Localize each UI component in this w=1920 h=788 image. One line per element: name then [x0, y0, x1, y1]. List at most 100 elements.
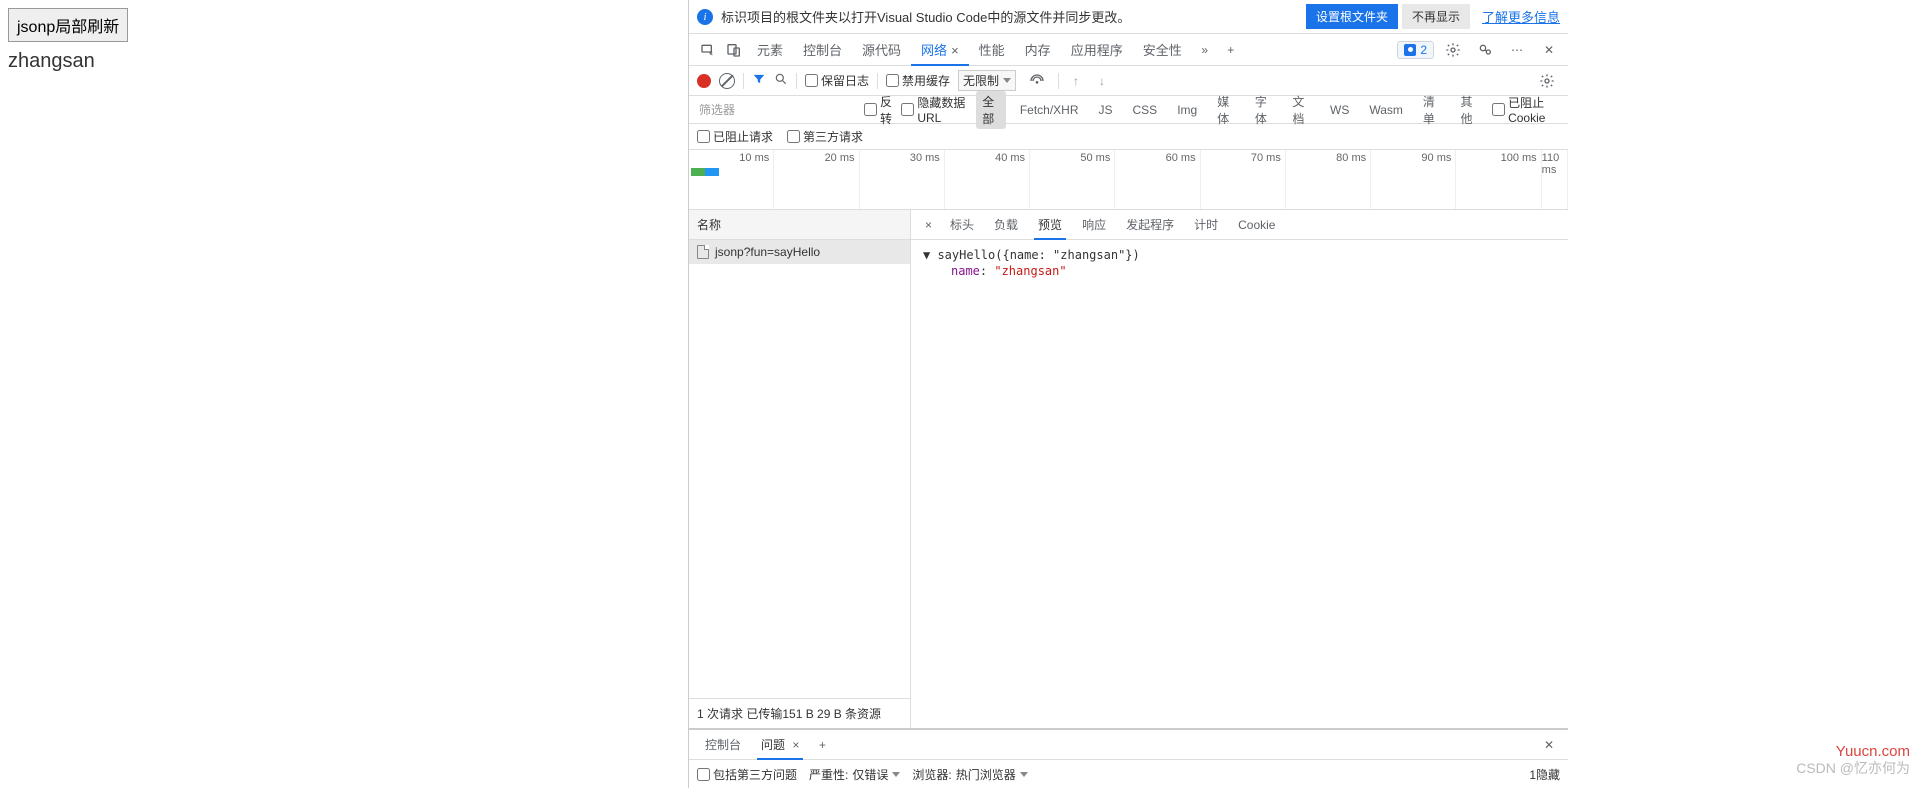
devtools-main-tabs: 元素 控制台 源代码 网络 × 性能 内存 应用程序 安全性 » + 2 ⋯ ✕	[689, 34, 1568, 66]
include-third-party-label: 包括第三方问题	[713, 766, 797, 783]
blocked-requests-checkbox[interactable]: 已阻止请求	[697, 128, 773, 145]
blocked-cookies-checkbox[interactable]: 已阻止 Cookie	[1492, 94, 1560, 125]
preview-content: ▼ sayHello({name: "zhangsan"}) name: "zh…	[911, 240, 1568, 286]
filter-type-wasm[interactable]: Wasm	[1363, 101, 1409, 119]
network-settings-icon[interactable]	[1534, 68, 1560, 94]
add-tab-icon[interactable]: +	[1218, 37, 1244, 63]
hide-data-urls-checkbox[interactable]: 隐藏数据 URL	[901, 94, 968, 125]
tab-network-label: 网络	[921, 43, 947, 58]
preview-object-summary: sayHello({name: "zhangsan"})	[937, 248, 1139, 262]
request-detail: × 标头 负载 预览 响应 发起程序 计时 Cookie ▼ sayHello(…	[911, 210, 1568, 728]
settings-gear-icon[interactable]	[1440, 37, 1466, 63]
filter-icon[interactable]	[752, 72, 766, 89]
chevron-down-icon	[1003, 78, 1011, 83]
close-icon[interactable]: ×	[951, 43, 959, 58]
expand-toggle-icon[interactable]: ▼	[923, 248, 937, 262]
filter-type-img[interactable]: Img	[1171, 101, 1203, 119]
filter-type-media[interactable]: 媒体	[1211, 91, 1241, 129]
more-options-icon[interactable]: ⋯	[1504, 37, 1530, 63]
drawer-tab-issues[interactable]: 问题 ×	[751, 730, 809, 759]
timeline-tick: 50 ms	[1080, 152, 1110, 164]
search-icon[interactable]	[774, 72, 788, 89]
filter-type-font[interactable]: 字体	[1249, 91, 1279, 129]
network-filter-row: 反转 隐藏数据 URL 全部 Fetch/XHR JS CSS Img 媒体 字…	[689, 96, 1568, 124]
feedback-icon[interactable]	[1472, 37, 1498, 63]
chevron-down-icon	[892, 772, 900, 777]
third-party-checkbox[interactable]: 第三方请求	[787, 128, 863, 145]
detail-tab-headers[interactable]: 标头	[940, 210, 984, 239]
add-drawer-tab-icon[interactable]: +	[809, 732, 835, 758]
request-list: 名称 jsonp?fun=sayHello 1 次请求 已传输151 B 29 …	[689, 210, 911, 728]
chevron-down-icon	[1020, 772, 1028, 777]
import-har-icon[interactable]: ↑	[1067, 74, 1085, 88]
timeline-tick: 30 ms	[910, 152, 940, 164]
severity-label: 严重性:	[809, 766, 848, 783]
severity-value: 仅错误	[852, 766, 888, 783]
tab-application[interactable]: 应用程序	[1061, 34, 1133, 65]
tab-performance[interactable]: 性能	[969, 34, 1015, 65]
drawer-tab-console[interactable]: 控制台	[695, 730, 751, 759]
set-root-folder-button[interactable]: 设置根文件夹	[1306, 4, 1398, 29]
close-detail-icon[interactable]: ×	[917, 218, 940, 232]
learn-more-link[interactable]: 了解更多信息	[1470, 7, 1560, 26]
more-tabs-icon[interactable]: »	[1192, 37, 1218, 63]
dismiss-button[interactable]: 不再显示	[1402, 4, 1470, 29]
browser-filter[interactable]: 浏览器: 热门浏览器	[912, 766, 1027, 783]
clear-button[interactable]	[719, 73, 735, 89]
hidden-issues-count[interactable]: 1隐藏	[1529, 766, 1560, 783]
tab-sources[interactable]: 源代码	[852, 34, 911, 65]
network-conditions-icon[interactable]	[1024, 68, 1050, 94]
close-devtools-icon[interactable]: ✕	[1536, 37, 1562, 63]
detail-tab-cookies[interactable]: Cookie	[1228, 212, 1285, 238]
include-third-party-checkbox[interactable]: 包括第三方问题	[697, 766, 797, 783]
device-toolbar-icon[interactable]	[721, 37, 747, 63]
preserve-log-label: 保留日志	[821, 72, 869, 89]
detail-tab-preview[interactable]: 预览	[1028, 210, 1072, 239]
disable-cache-checkbox[interactable]: 禁用缓存	[886, 72, 950, 89]
filter-type-js[interactable]: JS	[1093, 101, 1119, 119]
export-har-icon[interactable]: ↓	[1093, 74, 1111, 88]
request-row[interactable]: jsonp?fun=sayHello	[689, 240, 910, 264]
drawer-tab-issues-label: 问题	[761, 738, 785, 752]
invert-checkbox[interactable]: 反转	[864, 93, 893, 127]
request-list-header[interactable]: 名称	[689, 210, 910, 240]
detail-tab-initiator[interactable]: 发起程序	[1116, 210, 1184, 239]
filter-type-doc[interactable]: 文档	[1286, 91, 1316, 129]
detail-tab-timing[interactable]: 计时	[1184, 210, 1228, 239]
preserve-log-checkbox[interactable]: 保留日志	[805, 72, 869, 89]
browser-value: 热门浏览器	[956, 766, 1016, 783]
timeline-tick: 40 ms	[995, 152, 1025, 164]
inspect-element-icon[interactable]	[695, 37, 721, 63]
detail-tab-payload[interactable]: 负载	[984, 210, 1028, 239]
filter-type-manifest[interactable]: 清单	[1417, 91, 1447, 129]
filter-type-all[interactable]: 全部	[976, 91, 1006, 129]
record-button[interactable]	[697, 74, 711, 88]
detail-tab-response[interactable]: 响应	[1072, 210, 1116, 239]
filter-type-css[interactable]: CSS	[1127, 101, 1164, 119]
tab-console[interactable]: 控制台	[793, 34, 852, 65]
preview-key: name	[951, 264, 980, 278]
tab-security[interactable]: 安全性	[1133, 34, 1192, 65]
throttle-select[interactable]: 无限制	[958, 70, 1016, 91]
browser-label: 浏览器:	[912, 766, 951, 783]
preview-value: "zhangsan"	[994, 264, 1066, 278]
severity-filter[interactable]: 严重性: 仅错误	[809, 766, 900, 783]
filter-type-ws[interactable]: WS	[1324, 101, 1355, 119]
close-drawer-icon[interactable]: ✕	[1536, 738, 1562, 752]
issues-toolbar: 包括第三方问题 严重性: 仅错误 浏览器: 热门浏览器 1隐藏	[689, 760, 1568, 788]
tab-elements[interactable]: 元素	[747, 34, 793, 65]
filter-input[interactable]	[697, 101, 856, 119]
request-name: jsonp?fun=sayHello	[715, 245, 820, 259]
network-timeline[interactable]: 10 ms 20 ms 30 ms 40 ms 50 ms 60 ms 70 m…	[689, 150, 1568, 210]
timeline-tick: 10 ms	[739, 152, 769, 164]
filter-type-other[interactable]: 其他	[1455, 91, 1485, 129]
jsonp-refresh-button[interactable]: jsonp局部刷新	[8, 8, 128, 42]
close-icon[interactable]: ×	[789, 738, 799, 752]
filter-type-fetchxhr[interactable]: Fetch/XHR	[1014, 101, 1085, 119]
issues-badge[interactable]: 2	[1397, 41, 1434, 59]
blocked-cookies-label: 已阻止 Cookie	[1508, 94, 1560, 125]
tab-network[interactable]: 网络 ×	[911, 34, 969, 65]
detail-tabs: × 标头 负载 预览 响应 发起程序 计时 Cookie	[911, 210, 1568, 240]
tab-memory[interactable]: 内存	[1015, 34, 1061, 65]
timeline-tick: 70 ms	[1251, 152, 1281, 164]
